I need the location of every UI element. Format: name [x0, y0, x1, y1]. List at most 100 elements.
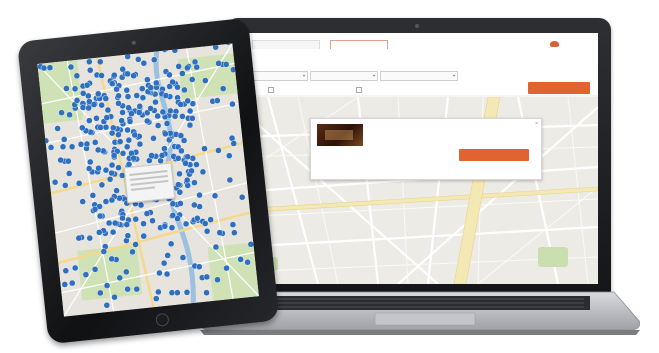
map-pin-icon[interactable] — [212, 243, 220, 251]
map-pin-icon[interactable] — [119, 109, 126, 116]
map-pin-icon[interactable] — [111, 293, 118, 301]
map-pin-icon[interactable] — [184, 64, 191, 72]
map-pin-icon[interactable] — [177, 101, 184, 108]
map-pin-icon[interactable] — [223, 264, 230, 272]
map-pin-icon[interactable] — [177, 132, 185, 139]
map-pin-icon[interactable] — [229, 221, 237, 228]
tab-map[interactable] — [330, 40, 388, 49]
option-checkbox-3[interactable] — [356, 86, 364, 94]
map-pin-icon[interactable] — [115, 164, 122, 171]
map-pin-icon[interactable] — [244, 258, 251, 266]
map-pin-icon[interactable] — [126, 118, 134, 125]
map-pin-icon[interactable] — [188, 167, 195, 175]
map-pin-icon[interactable] — [89, 192, 97, 199]
map-pin-icon[interactable] — [214, 97, 221, 104]
map-pin-icon[interactable] — [91, 206, 99, 213]
map-pin-icon[interactable] — [179, 113, 186, 120]
map-pin-icon[interactable] — [214, 276, 221, 283]
map-pin-icon[interactable] — [83, 82, 91, 89]
map-pin-icon[interactable] — [215, 147, 222, 154]
map-pin-icon[interactable] — [230, 140, 237, 147]
map-pin-icon[interactable] — [87, 158, 94, 166]
map-pin-icon[interactable] — [128, 110, 135, 117]
map-pin-icon[interactable] — [182, 220, 190, 228]
map-pin-icon[interactable] — [184, 153, 191, 160]
reserve-button[interactable] — [528, 82, 590, 94]
map-pin-icon[interactable] — [108, 80, 116, 87]
map-pin-icon[interactable] — [179, 254, 187, 261]
map-pin-icon[interactable] — [202, 220, 209, 227]
map-pin-icon[interactable] — [103, 302, 110, 309]
map-pin-icon[interactable] — [73, 72, 81, 79]
map-pin-icon[interactable] — [151, 56, 158, 63]
map-pin-icon[interactable] — [98, 72, 105, 79]
map-pin-icon[interactable] — [85, 104, 92, 112]
map-pin-icon[interactable] — [77, 141, 85, 148]
map-pin-icon[interactable] — [47, 144, 55, 151]
map-pin-icon[interactable] — [171, 47, 179, 54]
map-pin-icon[interactable] — [125, 136, 133, 144]
map-pin-icon[interactable] — [239, 194, 246, 201]
time-select[interactable]: ▾ — [310, 71, 378, 81]
map-pin-icon[interactable] — [91, 266, 99, 273]
map-pin-icon[interactable] — [109, 228, 117, 236]
map-pin-icon[interactable] — [186, 107, 194, 115]
map-pin-icon[interactable] — [115, 100, 122, 107]
map-pin-icon[interactable] — [62, 182, 69, 189]
map-pin-icon[interactable] — [97, 58, 104, 65]
map-pin-icon[interactable] — [132, 215, 139, 223]
map-pin-icon[interactable] — [115, 92, 122, 100]
map-pin-icon[interactable] — [171, 113, 179, 120]
map-pin-icon[interactable] — [116, 138, 124, 145]
map-pin-icon[interactable] — [97, 289, 104, 297]
map-pin-icon[interactable] — [203, 273, 211, 281]
map-pin-icon[interactable] — [166, 71, 173, 79]
map-pin-icon[interactable] — [46, 64, 54, 71]
map-pin-icon[interactable] — [226, 152, 233, 159]
map-pin-icon[interactable] — [79, 104, 87, 111]
map-pin-icon[interactable] — [57, 156, 64, 164]
map-pin-icon[interactable] — [79, 198, 86, 205]
map-pin-icon[interactable] — [226, 176, 234, 184]
site-logo[interactable] — [550, 39, 590, 53]
map-pin-icon[interactable] — [129, 248, 136, 256]
map-pin-icon[interactable] — [211, 192, 219, 199]
map-pin-icon[interactable] — [163, 44, 171, 52]
map-pin-icon[interactable] — [199, 168, 207, 176]
home-button[interactable] — [155, 312, 170, 327]
map-pin-icon[interactable] — [140, 220, 147, 227]
map-pin-icon[interactable] — [79, 124, 86, 131]
map-pin-icon[interactable] — [193, 63, 200, 71]
map-pin-icon[interactable] — [189, 76, 196, 83]
map-pin-icon[interactable] — [182, 160, 189, 167]
close-icon[interactable]: × — [535, 121, 538, 127]
map-pin-icon[interactable] — [40, 64, 48, 72]
map-pin-icon[interactable] — [147, 105, 154, 112]
map-pin-icon[interactable] — [179, 70, 186, 77]
map-pin-icon[interactable] — [140, 232, 147, 240]
map-pin-icon[interactable] — [108, 196, 116, 204]
map-pin-icon[interactable] — [86, 58, 93, 65]
map-pin-icon[interactable] — [113, 85, 120, 93]
map-pin-icon[interactable] — [168, 289, 176, 296]
map-pin-icon[interactable] — [96, 212, 104, 220]
map-pin-icon[interactable] — [42, 137, 50, 144]
map-pin-icon[interactable] — [176, 170, 183, 178]
map-pin-icon[interactable] — [123, 143, 131, 150]
map-pin-icon[interactable] — [153, 295, 160, 302]
map-pin-icon[interactable] — [58, 109, 65, 116]
map-pin-icon[interactable] — [102, 124, 110, 131]
map-pin-icon[interactable] — [105, 219, 113, 227]
map-pin-icon[interactable] — [124, 232, 132, 239]
map-pin-icon[interactable] — [86, 234, 93, 242]
map-pin-icon[interactable] — [125, 104, 132, 111]
map-pin-icon[interactable] — [158, 152, 166, 159]
map-pin-icon[interactable] — [237, 256, 244, 263]
map-pin-icon[interactable] — [168, 224, 176, 231]
map-pin-icon[interactable] — [215, 60, 222, 67]
map-pin-icon[interactable] — [189, 115, 196, 122]
map-pin-icon[interactable] — [161, 223, 169, 230]
map-pin-icon[interactable] — [86, 165, 93, 172]
map-pin-icon[interactable] — [66, 170, 73, 177]
map-pin-icon[interactable] — [124, 53, 131, 60]
